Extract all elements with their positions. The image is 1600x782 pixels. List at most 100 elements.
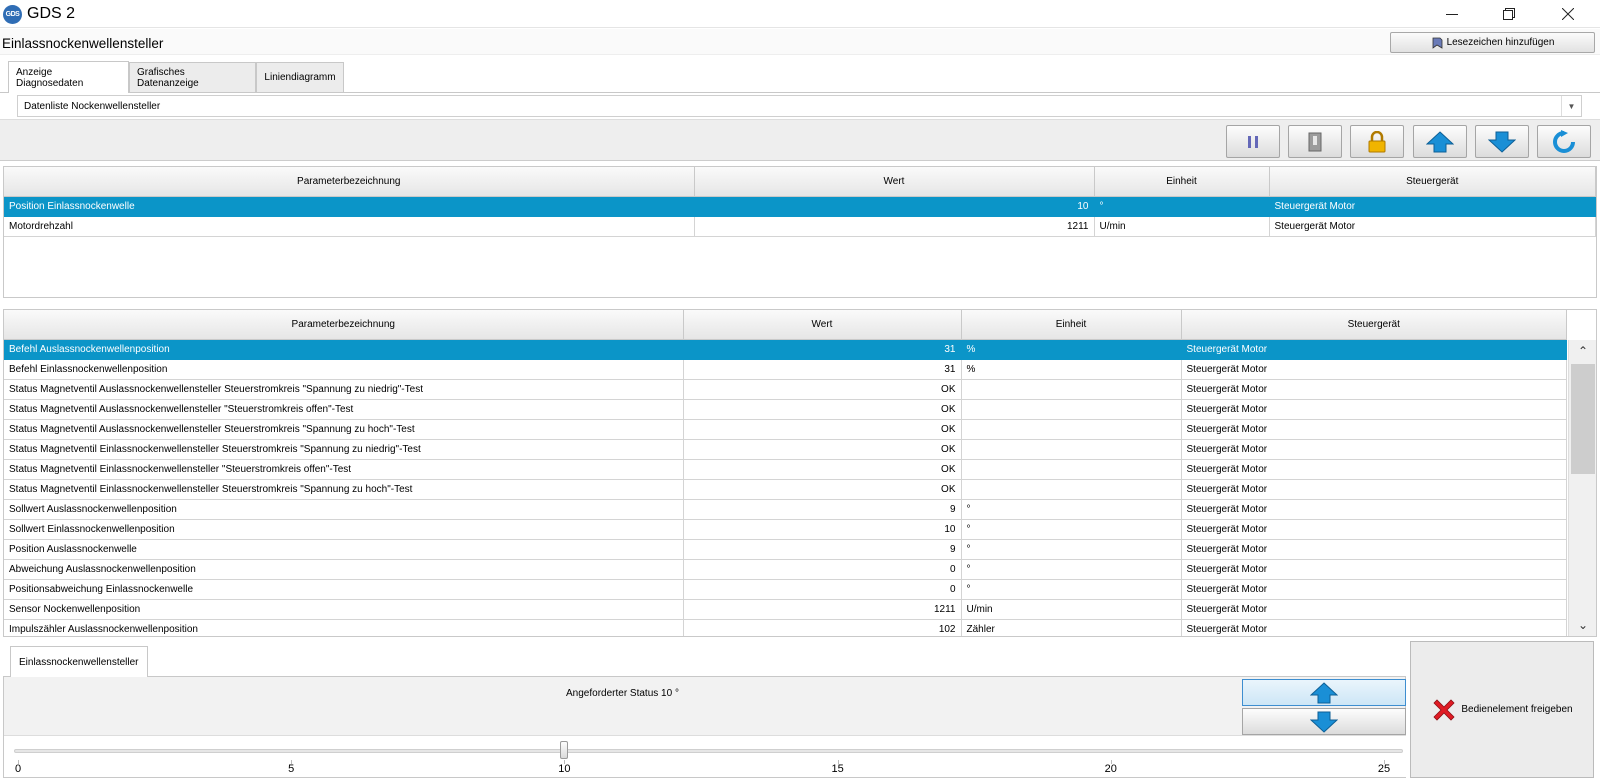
table-row[interactable]: Sollwert Einlassnockenwellenposition 10 ° S…	[4, 519, 1567, 540]
column-header-unit[interactable]: Einheit	[1094, 167, 1270, 197]
datalist-selected-value: Datenliste Nockenwellensteller	[24, 101, 161, 112]
restore-icon	[1503, 8, 1515, 20]
tab-diagnosedaten[interactable]: Anzeige Diagnosedaten	[8, 61, 129, 93]
cell-ecu: Steuergerät Motor	[1181, 439, 1567, 460]
table-row[interactable]: Status Magnetventil Auslassnockenwellens…	[4, 379, 1567, 400]
table-row[interactable]: Befehl Auslassnockenwellenposition 31% Ste…	[4, 339, 1567, 360]
cell-ecu: Steuergerät Motor	[1269, 196, 1596, 217]
column-header-param[interactable]: Parameterbezeichnung	[4, 310, 684, 340]
selected-parameters-table: Parameterbezeichnung Wert Einheit Steuer…	[3, 166, 1597, 298]
table-row[interactable]: Befehl Einlassnockenwellenposition 31% Ste…	[4, 359, 1567, 380]
cell-param: Position Auslassnockenwelle	[4, 539, 684, 560]
release-control-label: Bedienelement freigeben	[1461, 704, 1573, 715]
cell-ecu: Steuergerät Motor	[1181, 399, 1567, 420]
cell-ecu: Steuergerät Motor	[1181, 359, 1567, 380]
cell-param: Befehl Einlassnockenwellenposition	[4, 359, 684, 380]
refresh-button[interactable]	[1537, 125, 1591, 158]
move-up-button[interactable]	[1413, 125, 1467, 158]
table-row[interactable]: Status Magnetventil Auslassnockenwellens…	[4, 419, 1567, 440]
pause-button[interactable]	[1226, 125, 1280, 158]
restore-button[interactable]	[1486, 0, 1532, 28]
column-header-unit[interactable]: Einheit	[961, 310, 1182, 340]
column-header-ecu[interactable]: Steuergerät	[1181, 310, 1567, 340]
cell-unit: °	[961, 539, 1182, 560]
table-row[interactable]: Status Magnetventil Einlassnockenwellens…	[4, 459, 1567, 480]
cell-value: OK	[683, 479, 962, 500]
cell-ecu: Steuergerät Motor	[1181, 599, 1567, 620]
table-row[interactable]: Motordrehzahl 1211 U/min Steuergerät Motor	[4, 216, 1596, 237]
decrease-button[interactable]	[1242, 708, 1406, 735]
tab-liniendiagramm[interactable]: Liniendiagramm	[256, 62, 344, 92]
move-down-button[interactable]	[1475, 125, 1529, 158]
column-header-value[interactable]: Wert	[694, 167, 1095, 197]
column-header-value[interactable]: Wert	[683, 310, 962, 340]
cell-unit: °	[961, 559, 1182, 580]
tab-divider	[0, 92, 1600, 93]
arrow-down-icon	[1310, 711, 1338, 733]
cell-param: Status Magnetventil Einlassnockenwellens…	[4, 459, 684, 480]
column-header-ecu[interactable]: Steuergerät	[1269, 167, 1596, 197]
cell-param: Positionsabweichung Einlassnockenwelle	[4, 579, 684, 600]
cell-param: Position Einlassnockenwelle	[4, 196, 695, 217]
lock-icon	[1368, 130, 1386, 152]
cell-ecu: Steuergerät Motor	[1181, 619, 1567, 636]
cell-unit: °	[961, 499, 1182, 520]
cell-unit: %	[961, 339, 1182, 360]
table-row[interactable]: Impulszähler Auslassnockenwellenposition…	[4, 619, 1567, 636]
table-row[interactable]: Status Magnetventil Einlassnockenwellens…	[4, 479, 1567, 500]
tab-grafisch[interactable]: Grafisches Datenanzeige	[129, 62, 256, 92]
cell-value: OK	[683, 459, 962, 480]
cell-ecu: Steuergerät Motor	[1181, 479, 1567, 500]
minimize-button[interactable]	[1429, 0, 1475, 28]
slider-tick-label: 15	[831, 763, 844, 775]
tab-control[interactable]: Einlassnockenwellensteller	[10, 646, 148, 677]
freeze-button[interactable]	[1288, 125, 1342, 158]
datalist-select[interactable]: Datenliste Nockenwellensteller ▼	[17, 95, 1582, 117]
cell-unit	[961, 419, 1182, 440]
column-header-param[interactable]: Parameterbezeichnung	[4, 167, 695, 197]
all-parameters-table: Parameterbezeichnung Wert Einheit Steuer…	[3, 309, 1597, 637]
cell-value: 0	[683, 579, 962, 600]
cell-value: OK	[683, 419, 962, 440]
scroll-up-icon[interactable]: ⌃	[1569, 340, 1596, 362]
increase-button[interactable]	[1242, 679, 1406, 706]
chevron-down-icon[interactable]: ▼	[1561, 96, 1581, 116]
scroll-down-icon[interactable]: ⌄	[1569, 614, 1596, 636]
table-row[interactable]: Position Einlassnockenwelle 10 ° Steuergerä…	[4, 196, 1596, 217]
cell-unit: °	[1094, 196, 1270, 217]
status-slider[interactable]: 0 5 10 15 20 25	[4, 735, 1406, 777]
release-control-button[interactable]: Bedienelement freigeben	[1410, 641, 1594, 778]
add-bookmark-button[interactable]: Lesezeichen hinzufügen	[1390, 32, 1595, 53]
clipboard-icon	[1308, 132, 1322, 151]
lock-button[interactable]	[1350, 125, 1404, 158]
vertical-scrollbar[interactable]: ⌃ ⌄	[1568, 340, 1596, 636]
table-row[interactable]: Position Auslassnockenwelle 9 ° Steuergerät…	[4, 539, 1567, 560]
page-title: Einlassnockenwellensteller	[2, 36, 164, 51]
cell-unit	[961, 479, 1182, 500]
title-bar: GDS GDS 2	[0, 0, 1600, 28]
slider-tick-label: 0	[14, 763, 22, 775]
cell-value: 10	[683, 519, 962, 540]
cell-value: 31	[683, 359, 962, 380]
cell-value: 102	[683, 619, 962, 636]
arrow-down-icon	[1488, 131, 1516, 153]
toolbar	[0, 119, 1600, 161]
table-row[interactable]: Abweichung Auslassnockenwellenposition 0 °…	[4, 559, 1567, 580]
cell-value: 9	[683, 499, 962, 520]
close-button[interactable]	[1545, 0, 1591, 28]
scrollbar-thumb[interactable]	[1571, 364, 1595, 474]
app-logo: GDS	[3, 5, 22, 24]
table-row[interactable]: Sensor Nockenwellenposition 1211 U/min Steu…	[4, 599, 1567, 620]
add-bookmark-label: Lesezeichen hinzufügen	[1446, 37, 1555, 48]
table-row[interactable]: Positionsabweichung Einlassnockenwelle 0 °…	[4, 579, 1567, 600]
slider-track[interactable]	[14, 749, 1403, 753]
cell-unit: %	[961, 359, 1182, 380]
cell-param: Abweichung Auslassnockenwellenposition	[4, 559, 684, 580]
slider-handle[interactable]	[560, 741, 569, 759]
table-row[interactable]: Status Magnetventil Auslassnockenwellens…	[4, 399, 1567, 420]
slider-tick-label: 20	[1104, 763, 1117, 775]
table-row[interactable]: Sollwert Auslassnockenwellenposition 9 ° St…	[4, 499, 1567, 520]
cell-ecu: Steuergerät Motor	[1181, 559, 1567, 580]
table-row[interactable]: Status Magnetventil Einlassnockenwellens…	[4, 439, 1567, 460]
cell-value: OK	[683, 379, 962, 400]
